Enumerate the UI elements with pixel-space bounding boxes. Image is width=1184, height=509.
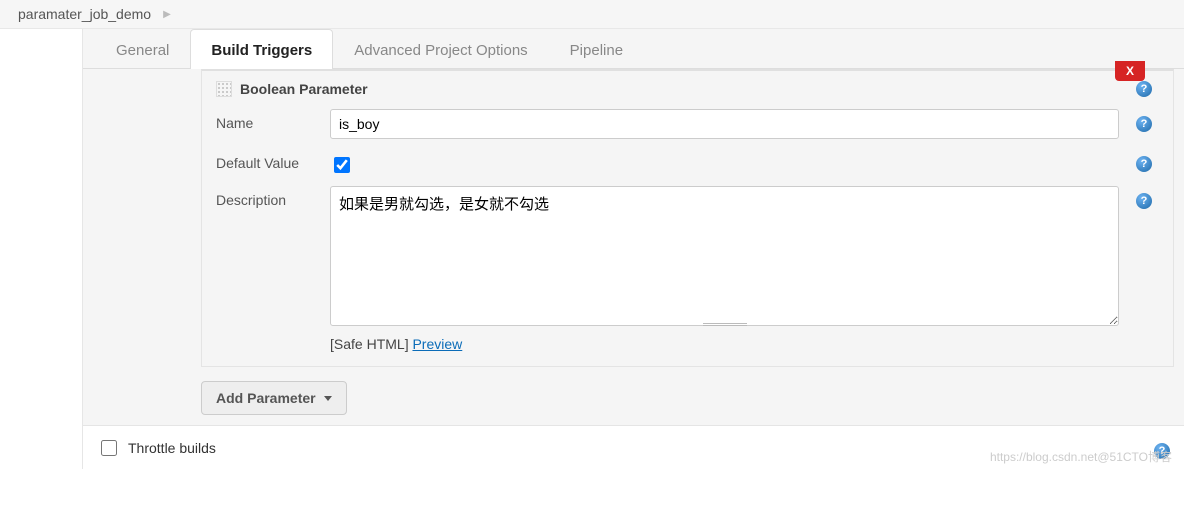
- left-gutter: [0, 29, 82, 469]
- description-textarea[interactable]: [330, 186, 1119, 326]
- name-label: Name: [216, 109, 320, 131]
- description-label: Description: [216, 186, 320, 208]
- add-parameter-label: Add Parameter: [216, 390, 316, 406]
- drag-handle-icon[interactable]: [216, 81, 232, 97]
- throttle-builds-row: Throttle builds ?: [83, 425, 1184, 469]
- safe-html-label: [Safe HTML]: [330, 336, 412, 352]
- close-icon: X: [1126, 64, 1134, 78]
- chevron-right-icon: ▶: [163, 9, 171, 20]
- inner-gutter: [83, 69, 201, 425]
- throttle-builds-label: Throttle builds: [128, 440, 216, 456]
- boolean-parameter-block: X Boolean Parameter ? Name ?: [201, 69, 1174, 367]
- name-input[interactable]: [330, 109, 1119, 139]
- delete-parameter-button[interactable]: X: [1115, 61, 1145, 81]
- resize-grip-icon[interactable]: [703, 322, 747, 326]
- default-value-row: Default Value ?: [216, 149, 1159, 176]
- help-icon[interactable]: ?: [1136, 156, 1152, 172]
- breadcrumb: paramater_job_demo ▶: [0, 0, 1184, 29]
- config-tabs: General Build Triggers Advanced Project …: [83, 29, 1184, 69]
- tab-general[interactable]: General: [95, 29, 190, 69]
- name-row: Name ?: [216, 109, 1159, 139]
- tab-pipeline[interactable]: Pipeline: [549, 29, 644, 69]
- default-value-label: Default Value: [216, 149, 320, 171]
- description-row: Description ?: [216, 186, 1159, 326]
- default-value-checkbox[interactable]: [334, 157, 350, 173]
- breadcrumb-item[interactable]: paramater_job_demo: [18, 6, 151, 22]
- add-parameter-button[interactable]: Add Parameter: [201, 381, 347, 415]
- throttle-builds-checkbox[interactable]: [101, 440, 117, 456]
- help-icon[interactable]: ?: [1154, 443, 1170, 459]
- tab-build-triggers[interactable]: Build Triggers: [190, 29, 333, 69]
- help-icon[interactable]: ?: [1136, 193, 1152, 209]
- help-icon[interactable]: ?: [1136, 81, 1152, 97]
- caret-down-icon: [324, 396, 332, 401]
- safe-html-hint: [Safe HTML] Preview: [330, 336, 1159, 352]
- parameter-title: Boolean Parameter: [240, 81, 368, 97]
- help-icon[interactable]: ?: [1136, 116, 1152, 132]
- preview-link[interactable]: Preview: [412, 336, 462, 352]
- tab-advanced-project-options[interactable]: Advanced Project Options: [333, 29, 548, 69]
